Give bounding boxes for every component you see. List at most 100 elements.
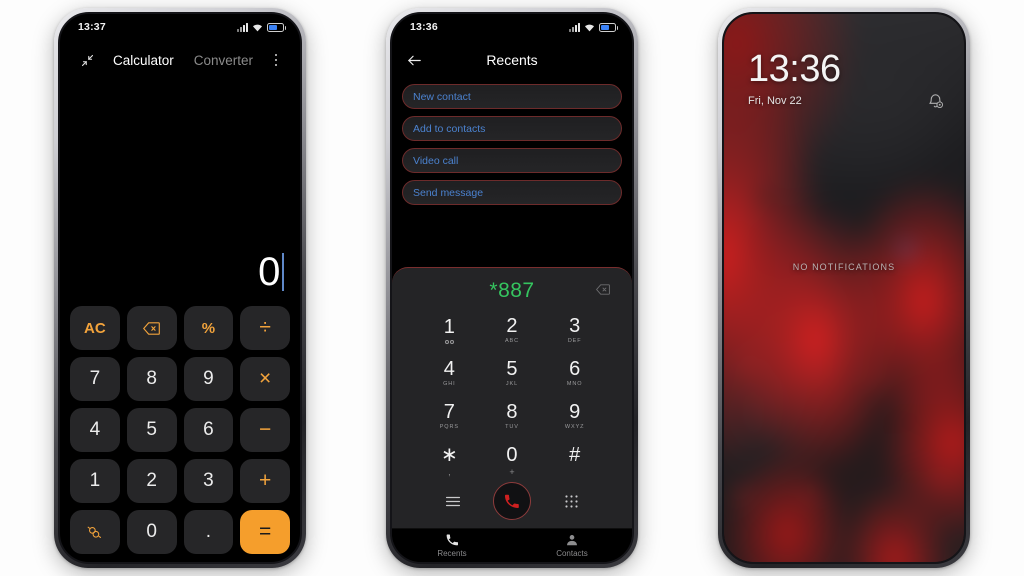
dial-key-7-sub: PQRS xyxy=(439,424,459,430)
dial-key-hash[interactable]: # xyxy=(543,439,606,480)
key-8[interactable]: 8 xyxy=(126,357,177,401)
bell-gear-icon[interactable] xyxy=(927,92,944,114)
lockscreen-clock: 13:36 Fri, Nov 22 xyxy=(748,50,841,107)
key-minus[interactable]: − xyxy=(240,408,290,452)
dial-key-star-sub: , xyxy=(448,467,451,477)
key-0[interactable]: 0 xyxy=(126,510,177,554)
key-multiply-label: × xyxy=(258,367,272,390)
key-6[interactable]: 6 xyxy=(183,408,234,452)
clock-time: 13:36 xyxy=(748,48,841,90)
key-divide[interactable]: ÷ xyxy=(240,306,290,350)
key-backspace[interactable] xyxy=(126,306,177,350)
key-3[interactable]: 3 xyxy=(183,459,234,503)
key-8-label: 8 xyxy=(146,368,157,389)
dial-key-0[interactable]: 0 + xyxy=(481,439,544,480)
option-add-to-contacts-label: Add to contacts xyxy=(413,122,486,135)
dial-key-3-digit: 3 xyxy=(569,315,581,337)
dial-key-7[interactable]: 7 PQRS xyxy=(418,396,481,437)
key-all-clear[interactable]: AC xyxy=(70,306,120,350)
keypad-dots-icon[interactable] xyxy=(558,488,584,514)
dial-key-5-sub: JKL xyxy=(505,381,519,387)
person-icon xyxy=(565,533,579,547)
signal-bars-icon xyxy=(237,22,248,32)
key-6-label: 6 xyxy=(203,419,214,440)
back-arrow-icon[interactable] xyxy=(406,48,430,72)
calculator-keypad: AC% ÷ 7 8 9 × 4 5 6 − 1 2 3 +0. = xyxy=(60,306,300,562)
bottom-navigation: Recents Contacts xyxy=(392,528,632,562)
dial-key-3[interactable]: 3 DEF xyxy=(543,310,606,351)
clock-date: Fri, Nov 22 xyxy=(748,95,802,107)
quick-options-list: New contact Add to contacts Video call Send… xyxy=(392,80,632,205)
dialpad-grid: 1 2 ABC 3 DEF 4 GHI 5 JKL 6 MNO 7 PQRS 8 TUV 9 WXYZ ∗, 0 + # xyxy=(392,308,632,480)
key-7[interactable]: 7 xyxy=(70,357,120,401)
dialer-screen: 13:36 Recents New contact Add to contact… xyxy=(392,14,632,562)
key-9-label: 9 xyxy=(203,368,214,389)
key-scientific[interactable] xyxy=(70,510,120,554)
call-button[interactable] xyxy=(492,482,531,520)
key-2[interactable]: 2 xyxy=(126,459,177,503)
calculator-screen: 13:37 Calculator Converter 0 AC % ÷ 7 8 … xyxy=(60,14,300,562)
calculator-header: Calculator Converter xyxy=(60,40,300,80)
dial-key-9[interactable]: 9 WXYZ xyxy=(543,396,606,437)
key-5-label: 5 xyxy=(146,419,157,440)
text-caret xyxy=(282,253,284,291)
backspace-icon[interactable] xyxy=(595,282,610,300)
key-equals[interactable]: = xyxy=(240,510,290,554)
key-3-label: 3 xyxy=(203,470,214,491)
key-4[interactable]: 4 xyxy=(70,408,120,452)
key-all-clear-label: AC xyxy=(84,319,106,337)
key-minus-label: − xyxy=(258,418,272,441)
nav-contacts[interactable]: Contacts xyxy=(512,529,632,562)
key-percent[interactable]: % xyxy=(183,306,234,350)
option-video-call[interactable]: Video call xyxy=(402,148,622,173)
dial-key-6[interactable]: 6 MNO xyxy=(543,353,606,394)
key-plus[interactable]: + xyxy=(240,459,290,503)
battery-icon xyxy=(599,22,618,32)
dial-key-6-digit: 6 xyxy=(569,358,581,380)
nav-recents-label: Recents xyxy=(437,549,467,558)
kebab-menu-icon[interactable] xyxy=(266,53,286,67)
dial-key-1[interactable]: 1 xyxy=(418,310,481,351)
key-0-label: 0 xyxy=(146,521,157,542)
hamburger-menu-icon[interactable] xyxy=(440,488,466,514)
dial-key-0-sub: + xyxy=(509,467,515,477)
dial-key-star-digit: ∗ xyxy=(440,444,458,466)
key-plus-label: + xyxy=(258,469,272,492)
collapse-arrows-icon[interactable] xyxy=(74,47,100,73)
dial-key-4-digit: 4 xyxy=(443,358,455,380)
key-decimal[interactable]: . xyxy=(183,510,234,554)
call-handset-icon xyxy=(505,494,520,508)
dial-key-6-sub: MNO xyxy=(566,381,583,387)
tab-converter[interactable]: Converter xyxy=(194,53,253,68)
dial-key-8-digit: 8 xyxy=(506,401,518,423)
dial-key-4[interactable]: 4 GHI xyxy=(418,353,481,394)
dialed-number-row: *887 xyxy=(392,274,632,308)
option-video-call-label: Video call xyxy=(413,154,459,167)
dial-key-0-digit: 0 xyxy=(506,444,518,466)
dial-key-star[interactable]: ∗, xyxy=(418,439,481,480)
option-add-to-contacts[interactable]: Add to contacts xyxy=(402,116,622,141)
dialed-number[interactable]: *887 xyxy=(489,279,534,303)
key-5[interactable]: 5 xyxy=(126,408,177,452)
key-multiply[interactable]: × xyxy=(240,357,290,401)
phone-handset-icon xyxy=(445,533,459,547)
phone-lockscreen: 13:36 Fri, Nov 22 NO NOTIFICATIONS xyxy=(718,8,970,568)
dial-key-8[interactable]: 8 TUV xyxy=(481,396,544,437)
key-9[interactable]: 9 xyxy=(183,357,234,401)
scientific-icon xyxy=(87,526,102,538)
tab-calculator[interactable]: Calculator xyxy=(113,53,174,68)
dial-key-9-digit: 9 xyxy=(569,401,581,423)
key-1-label: 1 xyxy=(89,470,101,491)
dial-key-5[interactable]: 5 JKL xyxy=(481,353,544,394)
lockscreen-screen: 13:36 Fri, Nov 22 NO NOTIFICATIONS xyxy=(724,14,964,562)
status-time: 13:36 xyxy=(410,21,438,33)
voicemail-icon xyxy=(444,340,454,344)
option-send-message[interactable]: Send message xyxy=(402,180,622,205)
dialpad-panel: *887 1 2 ABC 3 DEF 4 GHI 5 JKL 6 MNO 7 PQRS 8 TUV 9 WXYZ… xyxy=(392,267,632,528)
key-1[interactable]: 1 xyxy=(70,459,120,503)
dial-key-2[interactable]: 2 ABC xyxy=(481,310,544,351)
option-new-contact[interactable]: New contact xyxy=(402,84,622,109)
nav-recents[interactable]: Recents xyxy=(392,529,512,562)
key-divide-label: ÷ xyxy=(259,316,271,339)
